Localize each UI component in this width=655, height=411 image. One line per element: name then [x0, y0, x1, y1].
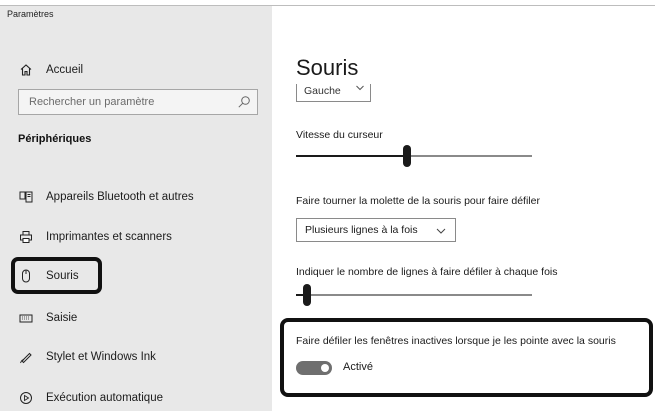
- scroll-mode-label: Faire tourner la molette de la souris po…: [296, 195, 540, 207]
- page-title: Souris: [296, 55, 359, 80]
- scroll-mode-dropdown[interactable]: Plusieurs lignes à la fois: [296, 218, 456, 242]
- sidebar-item-label: Exécution automatique: [46, 392, 163, 404]
- keyboard-icon: [18, 310, 34, 326]
- cursor-speed-label: Vitesse du curseur: [296, 129, 383, 141]
- slider-track-rest: [411, 155, 532, 157]
- printer-icon: [18, 229, 34, 245]
- sidebar-item-home[interactable]: Accueil: [0, 54, 272, 86]
- search-icon: [237, 95, 251, 109]
- sidebar-item-home-label: Accueil: [46, 64, 84, 76]
- lines-to-scroll-slider[interactable]: [296, 284, 532, 306]
- bluetooth-devices-icon: [18, 189, 34, 205]
- scroll-mode-value: Plusieurs lignes à la fois: [305, 224, 418, 236]
- slider-track-fill: [296, 155, 403, 157]
- cursor-speed-slider[interactable]: [296, 145, 532, 167]
- search-input[interactable]: Rechercher un paramètre: [18, 89, 258, 115]
- sidebar-item-bluetooth[interactable]: Appareils Bluetooth et autres: [0, 181, 272, 213]
- primary-button-value: Gauche: [304, 85, 341, 97]
- autoplay-icon: [18, 390, 34, 406]
- sidebar-item-saisie[interactable]: Saisie: [0, 302, 272, 334]
- slider-track-rest: [311, 294, 532, 296]
- slider-track-fill: [296, 294, 303, 296]
- sidebar-item-autoplay[interactable]: Exécution automatique: [0, 382, 272, 411]
- pen-icon: [18, 349, 34, 365]
- sidebar-item-label: Saisie: [46, 312, 78, 324]
- sidebar-item-label: Appareils Bluetooth et autres: [46, 191, 194, 203]
- sidebar-item-printers[interactable]: Imprimantes et scanners: [0, 221, 272, 253]
- chevron-down-icon: [355, 84, 365, 96]
- souris-highlight-annotation: [11, 257, 102, 294]
- home-icon: [18, 62, 34, 78]
- chevron-down-icon: [435, 224, 447, 242]
- sidebar-item-stylet[interactable]: Stylet et Windows Ink: [0, 341, 272, 373]
- search-placeholder: Rechercher un paramètre: [29, 96, 155, 108]
- sidebar-item-label: Imprimantes et scanners: [46, 231, 172, 243]
- sidebar-item-label: Stylet et Windows Ink: [46, 351, 156, 363]
- section-heading: Périphériques: [18, 133, 92, 145]
- slider-thumb[interactable]: [403, 145, 411, 167]
- window-title: Paramètres: [7, 9, 54, 19]
- slider-thumb[interactable]: [303, 284, 311, 306]
- inactive-scroll-highlight-annotation: [280, 318, 653, 397]
- lines-to-scroll-label: Indiquer le nombre de lignes à faire déf…: [296, 266, 558, 278]
- primary-button-dropdown[interactable]: Gauche: [296, 84, 371, 102]
